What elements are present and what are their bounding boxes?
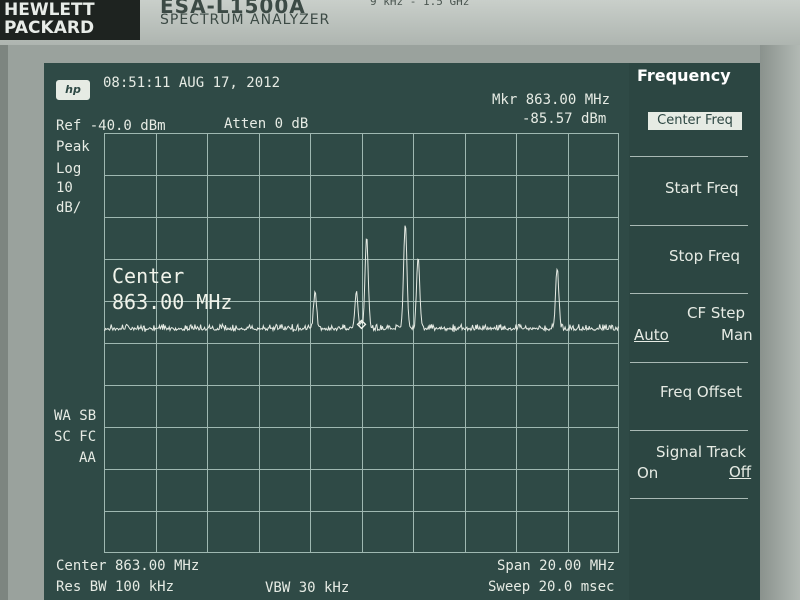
footer-sweep-time: Sweep 20.0 msec bbox=[488, 579, 615, 595]
status-flags-line-1: WA SB bbox=[54, 408, 97, 424]
spectrum-graticule bbox=[104, 133, 619, 553]
status-flags-line-3: AA bbox=[79, 450, 96, 466]
softkey-signal-track-label: Signal Track bbox=[656, 443, 747, 461]
softkey-divider bbox=[630, 293, 748, 294]
detector-mode: Peak bbox=[56, 139, 90, 155]
attenuation: Atten 0 dB bbox=[224, 116, 309, 132]
softkey-cf-step-label: CF Step bbox=[687, 304, 746, 322]
model-range: 9 kHz - 1.5 GHz bbox=[370, 0, 470, 8]
bezel-edge bbox=[760, 45, 800, 600]
datetime: 08:51:11 AUG 17, 2012 bbox=[103, 75, 281, 91]
softkey-divider bbox=[630, 225, 748, 226]
softkey-cf-step-man: Man bbox=[721, 326, 753, 344]
footer-center-frequency: Center 863.00 MHz bbox=[56, 558, 200, 574]
footer-resolution-bandwidth: Res BW 100 kHz bbox=[56, 579, 175, 595]
footer-span: Span 20.00 MHz bbox=[497, 558, 616, 574]
softkey-stop-freq[interactable]: Stop Freq bbox=[669, 247, 740, 265]
softkey-menu-title: Frequency bbox=[637, 66, 731, 85]
scale-type: Log bbox=[56, 161, 82, 177]
instrument-subtitle: SPECTRUM ANALYZER bbox=[160, 12, 331, 28]
scale-value: 10 bbox=[56, 180, 73, 196]
reference-level: Ref -40.0 dBm bbox=[56, 118, 166, 134]
center-annotation-label: Center bbox=[112, 264, 185, 288]
softkey-signal-track-on: On bbox=[637, 464, 659, 482]
scale-unit: dB/ bbox=[56, 200, 82, 216]
marker-frequency: Mkr 863.00 MHz bbox=[492, 92, 611, 108]
softkey-divider bbox=[630, 156, 748, 157]
brand-logo: HEWLETT PACKARD bbox=[0, 0, 140, 40]
softkey-signal-track-off: Off bbox=[729, 463, 752, 481]
marker-level: -85.57 dBm bbox=[522, 111, 607, 127]
status-flags-line-2: SC FC bbox=[54, 429, 97, 445]
brand-line-2: PACKARD bbox=[4, 18, 95, 38]
softkey-cf-step-auto: Auto bbox=[634, 326, 669, 344]
softkey-start-freq[interactable]: Start Freq bbox=[665, 179, 739, 197]
hp-logo-icon: hp bbox=[56, 80, 90, 100]
softkey-center-freq[interactable]: Center Freq bbox=[648, 112, 742, 130]
brand-line-1: HEWLETT bbox=[4, 0, 95, 20]
softkey-freq-offset[interactable]: Freq Offset bbox=[660, 383, 742, 401]
center-annotation-value: 863.00 MHz bbox=[112, 290, 233, 314]
softkey-divider bbox=[630, 430, 748, 431]
softkey-divider bbox=[630, 362, 748, 363]
softkey-divider bbox=[630, 498, 748, 499]
footer-video-bandwidth: VBW 30 kHz bbox=[265, 580, 350, 596]
